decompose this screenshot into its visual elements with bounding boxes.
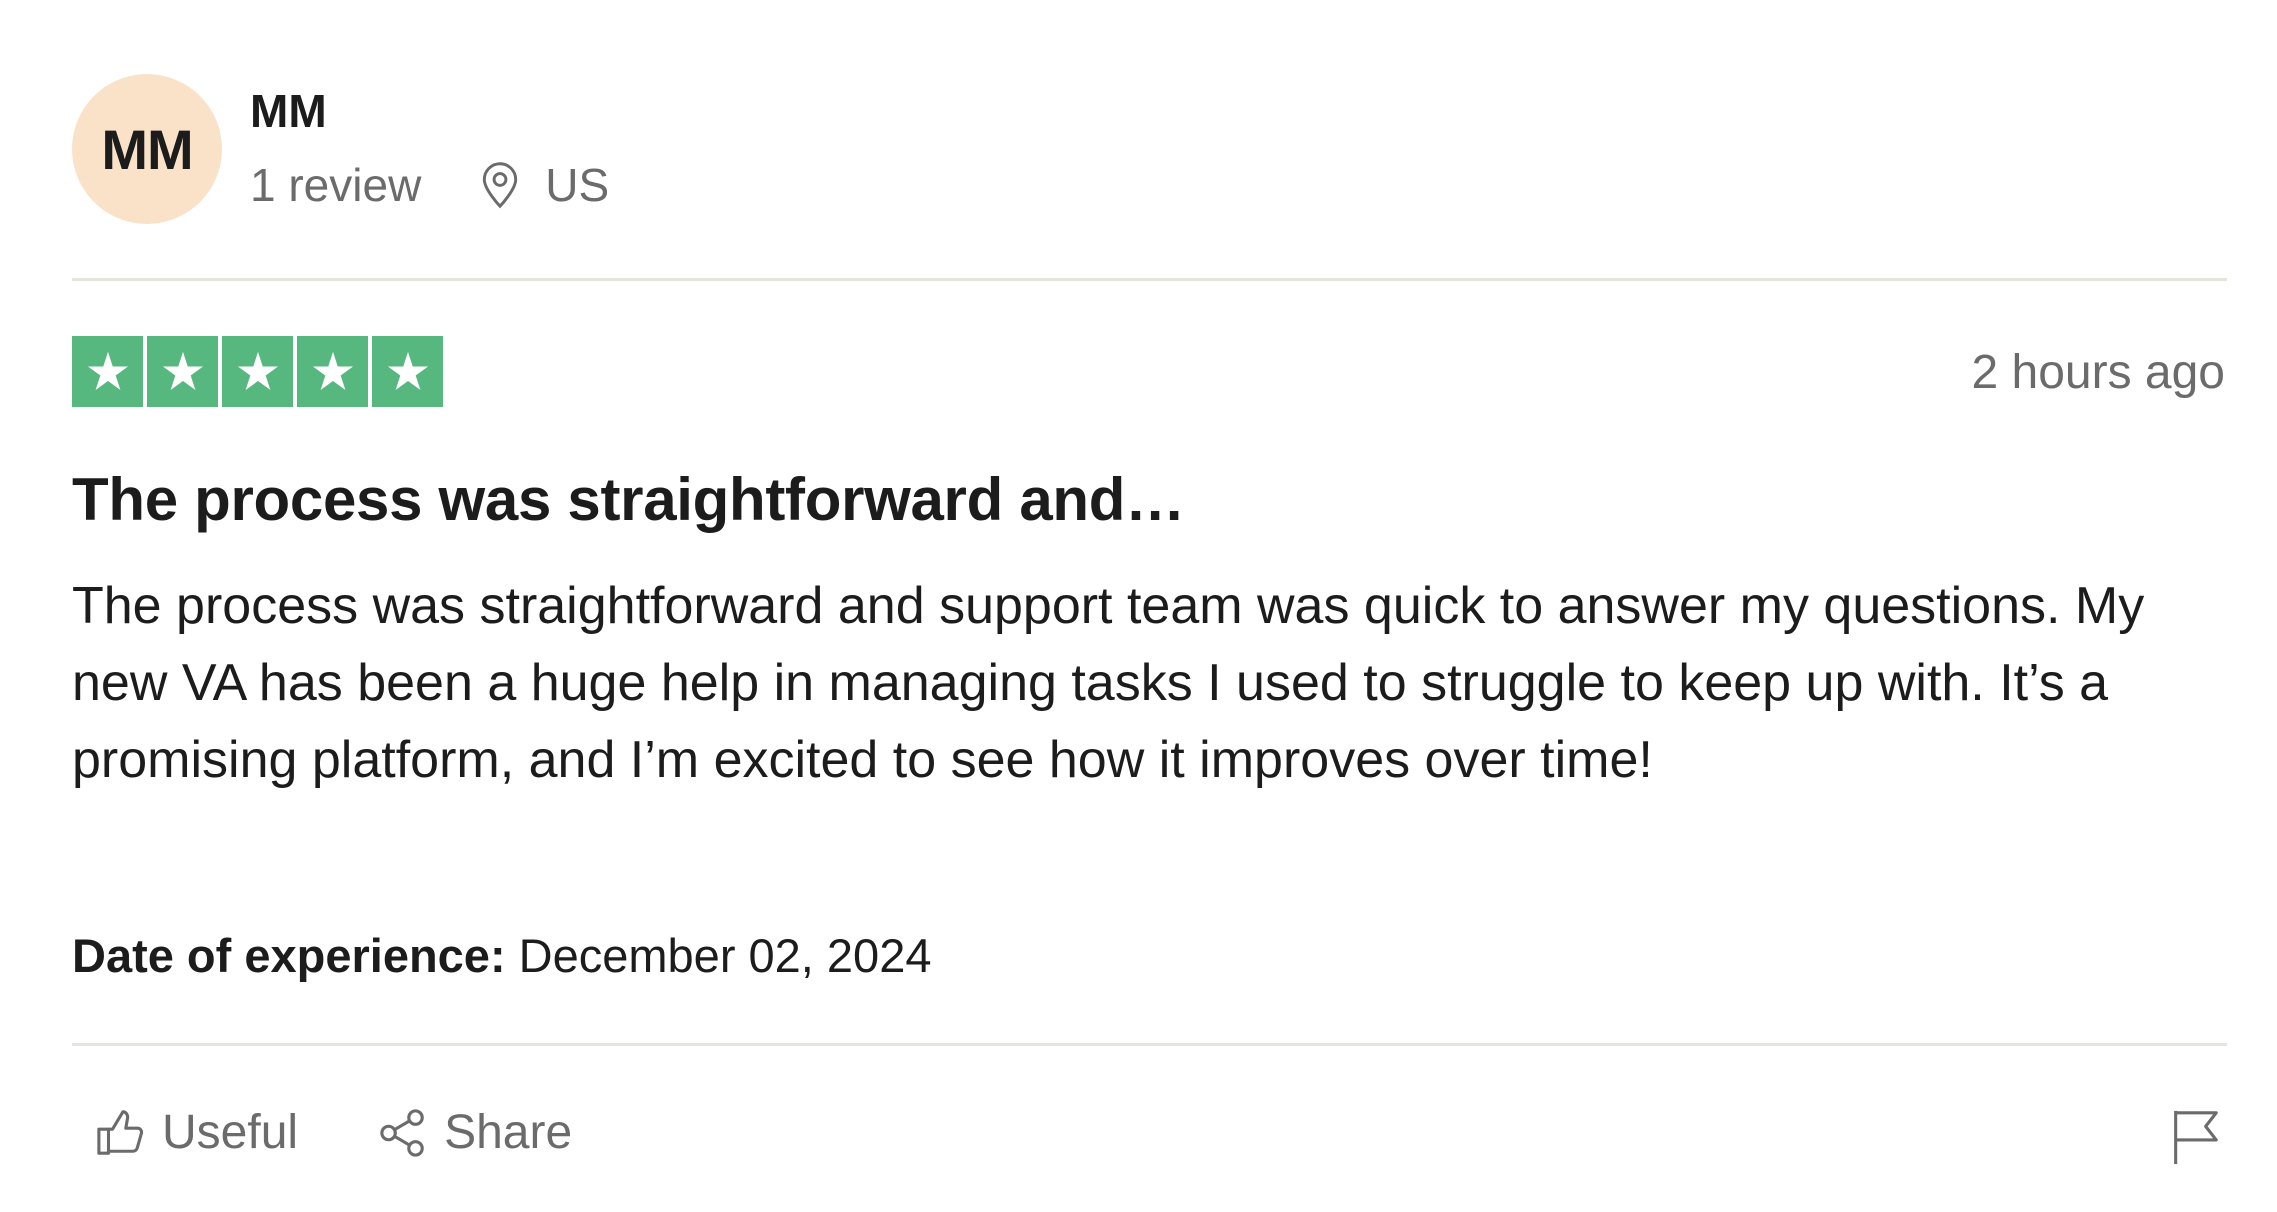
- share-button[interactable]: Share: [378, 1105, 572, 1160]
- star-icon: [372, 336, 443, 407]
- divider: [72, 1043, 2227, 1046]
- experience-label: Date of experience:: [72, 929, 506, 982]
- avatar-initials: MM: [101, 117, 193, 181]
- avatar[interactable]: MM: [72, 74, 222, 224]
- useful-button[interactable]: Useful: [96, 1105, 298, 1160]
- useful-label: Useful: [162, 1106, 299, 1159]
- reviewer-name[interactable]: MM: [250, 84, 327, 138]
- review-title[interactable]: The process was straightforward and…: [72, 465, 1185, 534]
- reviewer-meta: 1 review US: [250, 158, 609, 212]
- review-body: The process was straightforward and supp…: [72, 577, 2145, 789]
- review-actions: Useful Share: [96, 1105, 572, 1160]
- star-icon: [72, 336, 143, 407]
- share-icon: [380, 1108, 424, 1157]
- date-of-experience: Date of experience: December 02, 2024: [72, 928, 931, 983]
- location-pin-icon: [483, 162, 518, 209]
- share-label: Share: [444, 1106, 573, 1159]
- thumbs-up-icon: [97, 1109, 144, 1155]
- review-card: MM MM 1 review US 2 hours ago The proces…: [0, 0, 2277, 1212]
- location-text: US: [545, 159, 610, 211]
- star-rating: [72, 336, 443, 407]
- star-icon: [222, 336, 293, 407]
- review-count: 1 review: [250, 159, 422, 211]
- star-icon: [147, 336, 218, 407]
- review-timestamp: 2 hours ago: [1971, 346, 2225, 399]
- flag-icon[interactable]: [2169, 1108, 2221, 1166]
- star-icon: [297, 336, 368, 407]
- experience-date: December 02, 2024: [505, 929, 932, 982]
- reviewer-location: US: [477, 158, 609, 212]
- divider: [72, 278, 2227, 281]
